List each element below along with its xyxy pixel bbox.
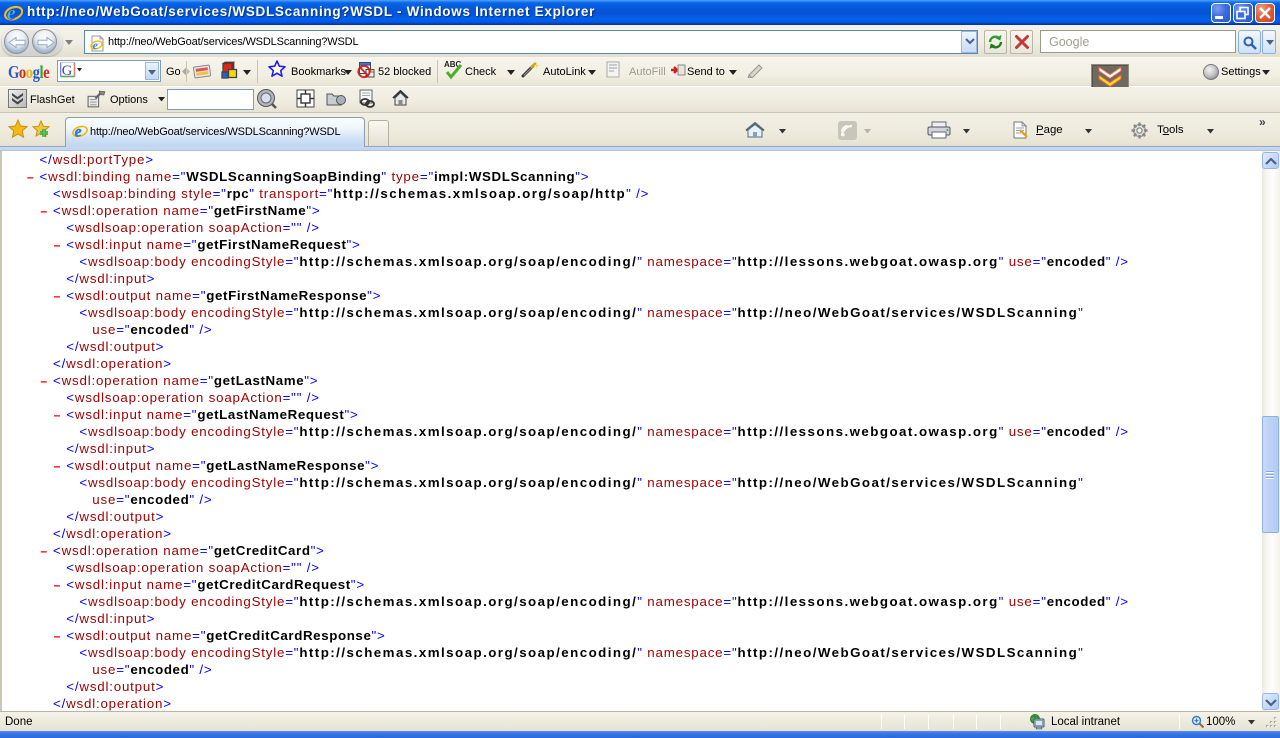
- svg-text:e: e: [75, 124, 82, 141]
- svg-text:e: e: [7, 3, 16, 22]
- svg-text:e: e: [93, 38, 99, 52]
- svg-text:G: G: [62, 63, 73, 79]
